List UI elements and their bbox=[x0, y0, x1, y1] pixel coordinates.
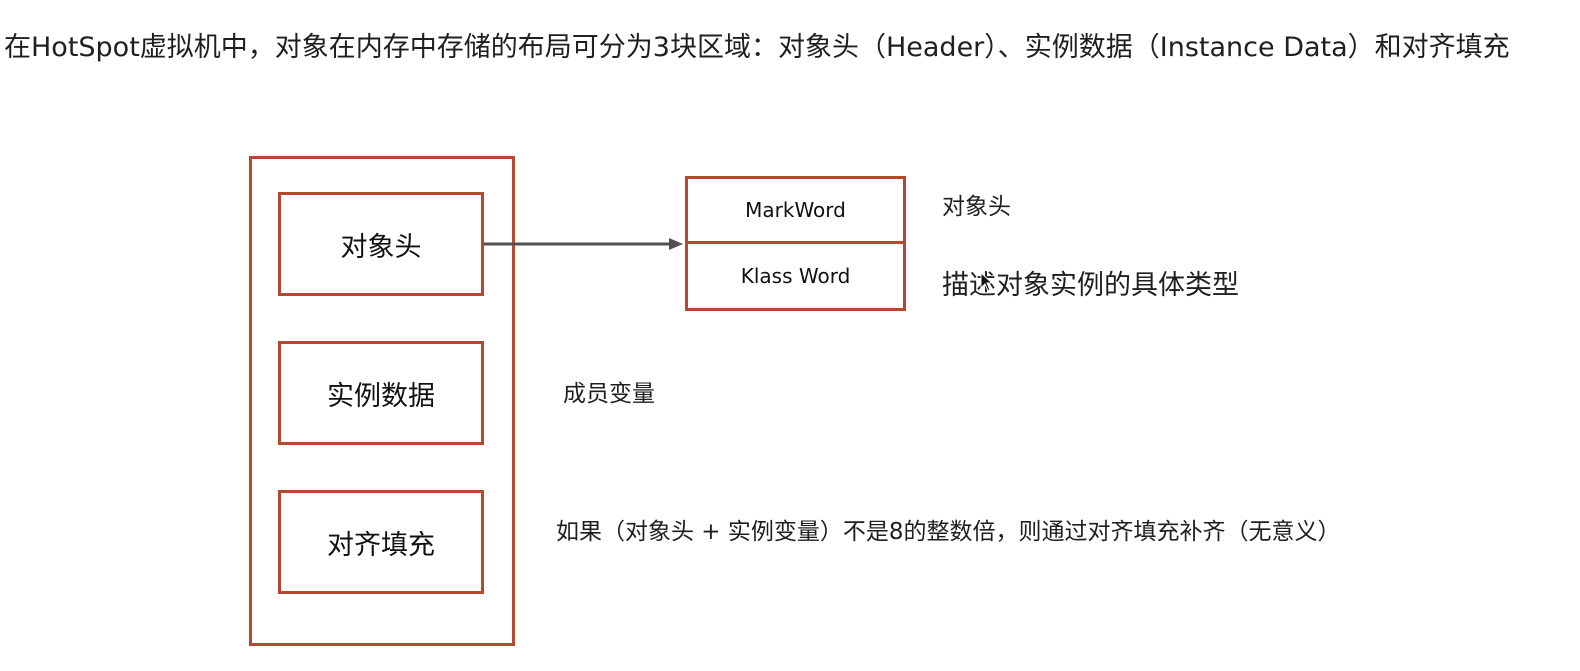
arrow-head-icon bbox=[669, 238, 683, 250]
instance-data-box: 实例数据 bbox=[278, 341, 484, 445]
markword-label: MarkWord bbox=[745, 197, 846, 222]
header-annotation: 对象头 bbox=[942, 194, 1011, 220]
klassword-label: Klass Word bbox=[740, 263, 851, 288]
mouse-cursor-icon bbox=[980, 272, 994, 292]
padding-label: 对齐填充 bbox=[327, 529, 435, 561]
header-structure-box: MarkWord Klass Word bbox=[685, 176, 906, 311]
padding-annotation: 如果（对象头 + 实例变量）不是8的整数倍，则通过对齐填充补齐（无意义） bbox=[556, 519, 1341, 545]
header-arrow bbox=[484, 238, 683, 250]
padding-box: 对齐填充 bbox=[278, 490, 484, 594]
instance-data-annotation: 成员变量 bbox=[563, 381, 655, 407]
markword-cell: MarkWord bbox=[688, 179, 903, 244]
klassword-cell: Klass Word bbox=[688, 244, 903, 309]
instance-data-label: 实例数据 bbox=[327, 380, 435, 412]
